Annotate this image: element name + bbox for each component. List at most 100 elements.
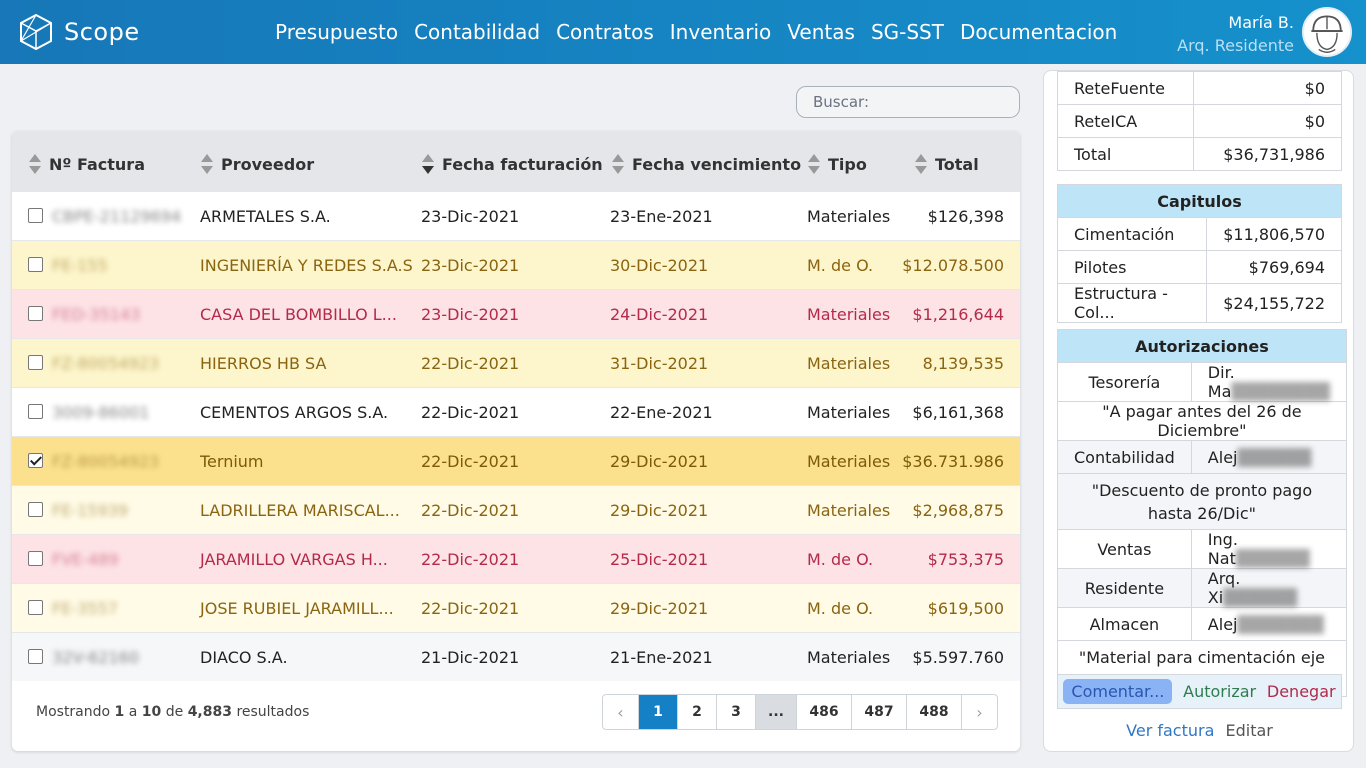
autorizaciones-table: Autorizaciones Tesorería Dir. Ma████████ … — [1057, 329, 1347, 697]
invoice-total: $619,500 — [927, 599, 1004, 618]
nav-sg-sst[interactable]: SG-SST — [871, 20, 944, 44]
autorizar-button[interactable]: Autorizar — [1183, 682, 1256, 701]
supplier-name: CASA DEL BOMBILLO L... — [200, 305, 397, 324]
row-checkbox[interactable] — [28, 649, 43, 664]
editar-link[interactable]: Editar — [1225, 721, 1272, 740]
table-row[interactable]: FZ-80054923 Ternium 22-Dic-2021 29-Dic-2021… — [12, 436, 1020, 485]
redacted-name: ██████ — [1223, 588, 1298, 607]
results-summary: Mostrando 1 a 10 de 4,883 resultados — [36, 704, 309, 720]
next-page-button[interactable]: › — [962, 695, 997, 729]
due-date: 31-Dic-2021 — [610, 354, 709, 373]
due-date: 25-Dic-2021 — [610, 550, 709, 569]
sort-icon — [28, 153, 42, 175]
summary-to: 10 — [141, 704, 162, 720]
invoice-number: FZ-80054923 — [52, 452, 160, 471]
invoice-number: CBPE-21129694 — [52, 207, 182, 226]
nav-presupuesto[interactable]: Presupuesto — [275, 20, 398, 44]
table-row[interactable]: FZ-80054923 HIERROS HB SA 22-Dic-2021 31-Di… — [12, 338, 1020, 387]
supplier-name: JARAMILLO VARGAS H... — [200, 550, 388, 569]
nav-ventas[interactable]: Ventas — [787, 20, 855, 44]
summary-label: Total — [1056, 137, 1195, 171]
table-row[interactable]: FVE-489 JARAMILLO VARGAS H... 22-Dic-2021 2… — [12, 534, 1020, 583]
ver-factura-link[interactable]: Ver factura — [1126, 721, 1214, 740]
comentar-button[interactable]: Comentar... — [1063, 679, 1173, 704]
scope-logo-icon[interactable] — [18, 13, 54, 51]
table-row[interactable]: FE-3557 JOSE RUBIEL JARAMILL... 22-Dic-202… — [12, 583, 1020, 632]
nav-contratos[interactable]: Contratos — [556, 20, 654, 44]
row-checkbox[interactable] — [28, 502, 43, 517]
user-info[interactable]: María B. Arq. Residente — [1177, 11, 1294, 57]
page-1-button[interactable]: 1 — [639, 695, 678, 729]
avatar[interactable] — [1302, 7, 1352, 57]
panel-links: Ver factura Editar — [1044, 721, 1353, 740]
autorizaciones-title: Autorizaciones — [1057, 329, 1347, 363]
page-488-button[interactable]: 488 — [907, 695, 962, 729]
row-checkbox[interactable] — [28, 404, 43, 419]
summary-value: $0 — [1193, 71, 1342, 105]
prev-page-button[interactable]: ‹ — [603, 695, 639, 729]
sort-desc-icon — [421, 153, 435, 175]
summary-row-total: Total $36,731,986 — [1056, 137, 1342, 171]
invoice-number: 32V-62160 — [52, 648, 140, 667]
supplier-name: INGENIERÍA Y REDES S.A.S — [200, 256, 413, 275]
invoice-number: FE-155 — [52, 256, 108, 275]
supplier-name: DIACO S.A. — [200, 648, 288, 667]
row-checkbox[interactable] — [28, 208, 43, 223]
search-input[interactable] — [796, 86, 1020, 118]
sort-icon — [200, 153, 214, 175]
brand-name[interactable]: Scope — [64, 18, 140, 46]
supplier-name: HIERROS HB SA — [200, 354, 327, 373]
nav-documentacion[interactable]: Documentacion — [960, 20, 1117, 44]
page-3-button[interactable]: 3 — [717, 695, 756, 729]
capitulo-value: $769,694 — [1206, 250, 1342, 284]
col-facturacion-label: Fecha facturación — [442, 154, 603, 174]
invoice-date: 22-Dic-2021 — [421, 501, 520, 520]
auth-row-residente: Residente Arq. Xi██████ — [1057, 568, 1347, 608]
capitulo-row[interactable]: Cimentación $11,806,570 — [1056, 217, 1342, 251]
capitulo-row[interactable]: Estructura - Col... $24,155,722 — [1056, 283, 1342, 323]
auth-person: Alej██████ — [1190, 440, 1347, 474]
table-row[interactable]: CBPE-21129694 ARMETALES S.A. 23-Dic-2021 23… — [12, 191, 1020, 240]
due-date: 29-Dic-2021 — [610, 452, 709, 471]
invoice-number: FE-3557 — [52, 599, 118, 618]
sort-icon — [611, 153, 625, 175]
page-486-button[interactable]: 486 — [797, 695, 852, 729]
due-date: 29-Dic-2021 — [610, 599, 709, 618]
row-checkbox[interactable] — [28, 355, 43, 370]
invoice-number: FZ-80054923 — [52, 354, 160, 373]
row-checkbox[interactable] — [28, 551, 43, 566]
table-row[interactable]: FED-35143 CASA DEL BOMBILLO L... 23-Dic-20… — [12, 289, 1020, 338]
col-tipo[interactable]: Tipo — [807, 153, 867, 175]
sort-icon — [807, 153, 821, 175]
col-proveedor[interactable]: Proveedor — [200, 153, 314, 175]
due-date: 29-Dic-2021 — [610, 501, 709, 520]
col-proveedor-label: Proveedor — [221, 154, 315, 174]
col-vencimiento[interactable]: Fecha vencimiento — [611, 153, 801, 175]
invoice-total: $5.597.760 — [912, 648, 1004, 667]
col-total[interactable]: Total — [914, 153, 979, 175]
row-checkbox[interactable] — [28, 600, 43, 615]
table-row[interactable]: FE-15939 LADRILLERA MARISCAL... 22-Dic-202… — [12, 485, 1020, 534]
row-checkbox[interactable] — [28, 306, 43, 321]
auth-actions: Comentar... Autorizar Denegar — [1057, 674, 1342, 709]
row-checkbox[interactable] — [28, 453, 43, 468]
auth-person: Dir. Ma████████ — [1190, 362, 1347, 402]
sort-icon — [914, 153, 928, 175]
nav-contabilidad[interactable]: Contabilidad — [414, 20, 540, 44]
auth-area: Tesorería — [1057, 362, 1192, 402]
col-facturacion[interactable]: Fecha facturación — [421, 153, 603, 175]
capitulo-row[interactable]: Pilotes $769,694 — [1056, 250, 1342, 284]
table-row[interactable]: FE-155 INGENIERÍA Y REDES S.A.S 23-Dic-202… — [12, 240, 1020, 289]
nav-inventario[interactable]: Inventario — [670, 20, 772, 44]
redacted-name: ██████ — [1237, 447, 1312, 467]
due-date: 24-Dic-2021 — [610, 305, 709, 324]
page-2-button[interactable]: 2 — [678, 695, 717, 729]
page-487-button[interactable]: 487 — [852, 695, 907, 729]
denegar-button[interactable]: Denegar — [1267, 682, 1336, 701]
row-checkbox[interactable] — [28, 257, 43, 272]
col-factura[interactable]: Nº Factura — [28, 153, 145, 175]
summary-label: ReteFuente — [1056, 71, 1195, 105]
table-row[interactable]: 3009-86001 CEMENTOS ARGOS S.A. 22-Dic-2021… — [12, 387, 1020, 436]
due-date: 23-Ene-2021 — [610, 207, 713, 226]
table-row[interactable]: 32V-62160 DIACO S.A. 21-Dic-2021 21-Ene-202… — [12, 632, 1020, 681]
